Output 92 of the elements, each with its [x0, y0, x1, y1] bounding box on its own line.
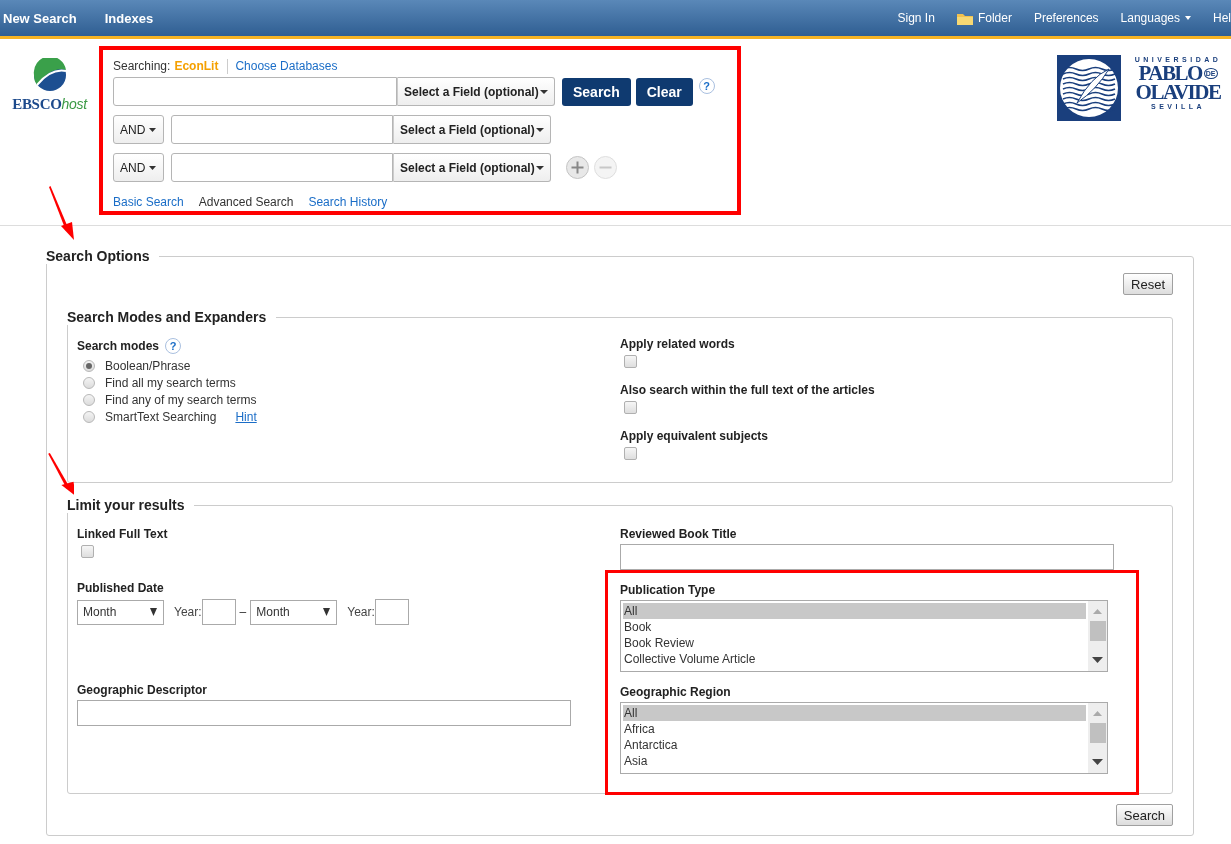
list-box[interactable]: All Africa Antarctica Asia [620, 702, 1108, 774]
search-field[interactable] [171, 153, 393, 182]
checkbox[interactable] [624, 401, 637, 414]
list-option[interactable]: All [623, 603, 1086, 619]
list-option[interactable]: Collective Volume Article [623, 651, 1086, 667]
radio-button[interactable] [83, 393, 95, 406]
section-title: Search Modes and Expanders [67, 309, 268, 325]
caret-icon [150, 608, 157, 616]
list-option[interactable]: Asia [623, 753, 1086, 769]
searching-label: Searching: [113, 59, 171, 73]
nav-link[interactable]: Sign In [897, 11, 935, 25]
search-mode-tab[interactable]: Search History [308, 195, 388, 209]
scrollbar[interactable] [1088, 601, 1107, 671]
year-field[interactable] [201, 599, 236, 625]
seal-drawing [1057, 55, 1121, 121]
folder-icon [956, 11, 973, 25]
nav-link[interactable]: Hel [1213, 11, 1231, 25]
logo-text: OLAVIDE [1135, 83, 1221, 102]
search-mode-tab[interactable]: Basic Search [113, 195, 184, 209]
caret-icon [536, 127, 544, 132]
database-name: EconLit [174, 59, 219, 73]
checkbox[interactable] [624, 447, 637, 460]
hint-link[interactable]: Hint [235, 409, 257, 424]
text-field[interactable] [77, 700, 571, 726]
field-label: Publication Type [620, 583, 717, 597]
annotation-arrow [47, 186, 75, 241]
nav-menu[interactable]: Languages [1120, 11, 1191, 25]
caret-icon [323, 608, 331, 616]
caret-icon [540, 89, 548, 94]
section-title: Limit your results [67, 497, 186, 513]
list-option[interactable]: Book [623, 619, 1086, 635]
radio-button[interactable] [83, 410, 95, 423]
field-label: Apply related words [620, 337, 736, 351]
year-label: Year: [347, 605, 375, 619]
minus-icon[interactable] [594, 156, 617, 179]
year-field[interactable] [374, 599, 409, 625]
caret-icon [1185, 16, 1191, 20]
list-option[interactable]: All [623, 705, 1086, 721]
list-box[interactable]: All Book Book Review Collective Volume Article [620, 600, 1108, 672]
search-button[interactable]: Search [562, 77, 631, 106]
radio-label[interactable]: Find any of my search terms [105, 392, 257, 407]
section-title: Search Options [46, 248, 151, 264]
reset-button[interactable]: Reset [1123, 273, 1173, 295]
radio-button[interactable] [83, 359, 95, 372]
text-field[interactable] [620, 544, 1114, 570]
clear-button[interactable]: Clear [635, 77, 693, 106]
radio-label[interactable]: Boolean/Phrase [105, 358, 191, 373]
field-label: Geographic Descriptor [77, 683, 209, 697]
radio-button[interactable] [83, 376, 95, 389]
search-mode-tab[interactable]: Advanced Search [198, 195, 294, 209]
checkbox[interactable] [81, 545, 94, 558]
caret-icon [149, 127, 157, 132]
search-button[interactable]: Search [1115, 804, 1173, 826]
date-separator: – [239, 605, 247, 619]
nav-link[interactable]: Preferences [1033, 11, 1099, 25]
list-option[interactable]: Book Review [623, 635, 1086, 651]
field-label: Apply equivalent subjects [620, 429, 770, 443]
radio-label[interactable]: Find all my search terms [105, 375, 236, 390]
scrollbar[interactable] [1088, 703, 1107, 773]
list-option[interactable]: Antarctica [623, 737, 1086, 753]
year-label: Year: [174, 605, 202, 619]
month-select[interactable]: Month [250, 599, 338, 625]
field-select[interactable]: Select a Field (optional) [393, 115, 551, 144]
field-label: Geographic Region [620, 685, 732, 699]
operator-select[interactable]: AND [113, 153, 164, 182]
globe-logo-icon [32, 58, 67, 92]
logo-text: PABLO [1138, 64, 1202, 83]
month-select[interactable]: Month [77, 599, 164, 625]
search-field[interactable] [113, 77, 397, 106]
checkbox[interactable] [624, 355, 637, 368]
field-select[interactable]: Select a Field (optional) [393, 153, 551, 182]
field-label: Search modes [77, 339, 160, 353]
help-button[interactable]: ? [698, 78, 715, 94]
help-button[interactable]: ? [165, 338, 182, 354]
list-option[interactable]: Africa [623, 721, 1086, 737]
caret-icon [149, 165, 157, 170]
logo-text: EBSCOhost [12, 96, 87, 113]
choose-databases-link[interactable]: Choose Databases [235, 59, 338, 73]
nav-link[interactable]: Indexes [104, 10, 154, 26]
radio-label[interactable]: SmartText Searching [105, 409, 217, 424]
nav-link[interactable]: New Search [3, 10, 77, 26]
caret-icon [536, 165, 544, 170]
search-field[interactable] [171, 115, 393, 144]
nav-menu-label[interactable]: Languages [1120, 11, 1180, 25]
field-label: Linked Full Text [77, 527, 169, 541]
field-label: Published Date [77, 581, 165, 595]
field-label: Reviewed Book Title [620, 527, 738, 541]
nav-link[interactable]: Folder [977, 11, 1012, 25]
field-label: Also search within the full text of the articles [620, 383, 876, 397]
plus-icon[interactable] [566, 156, 589, 179]
operator-select[interactable]: AND [113, 115, 164, 144]
field-select[interactable]: Select a Field (optional) [397, 77, 555, 106]
